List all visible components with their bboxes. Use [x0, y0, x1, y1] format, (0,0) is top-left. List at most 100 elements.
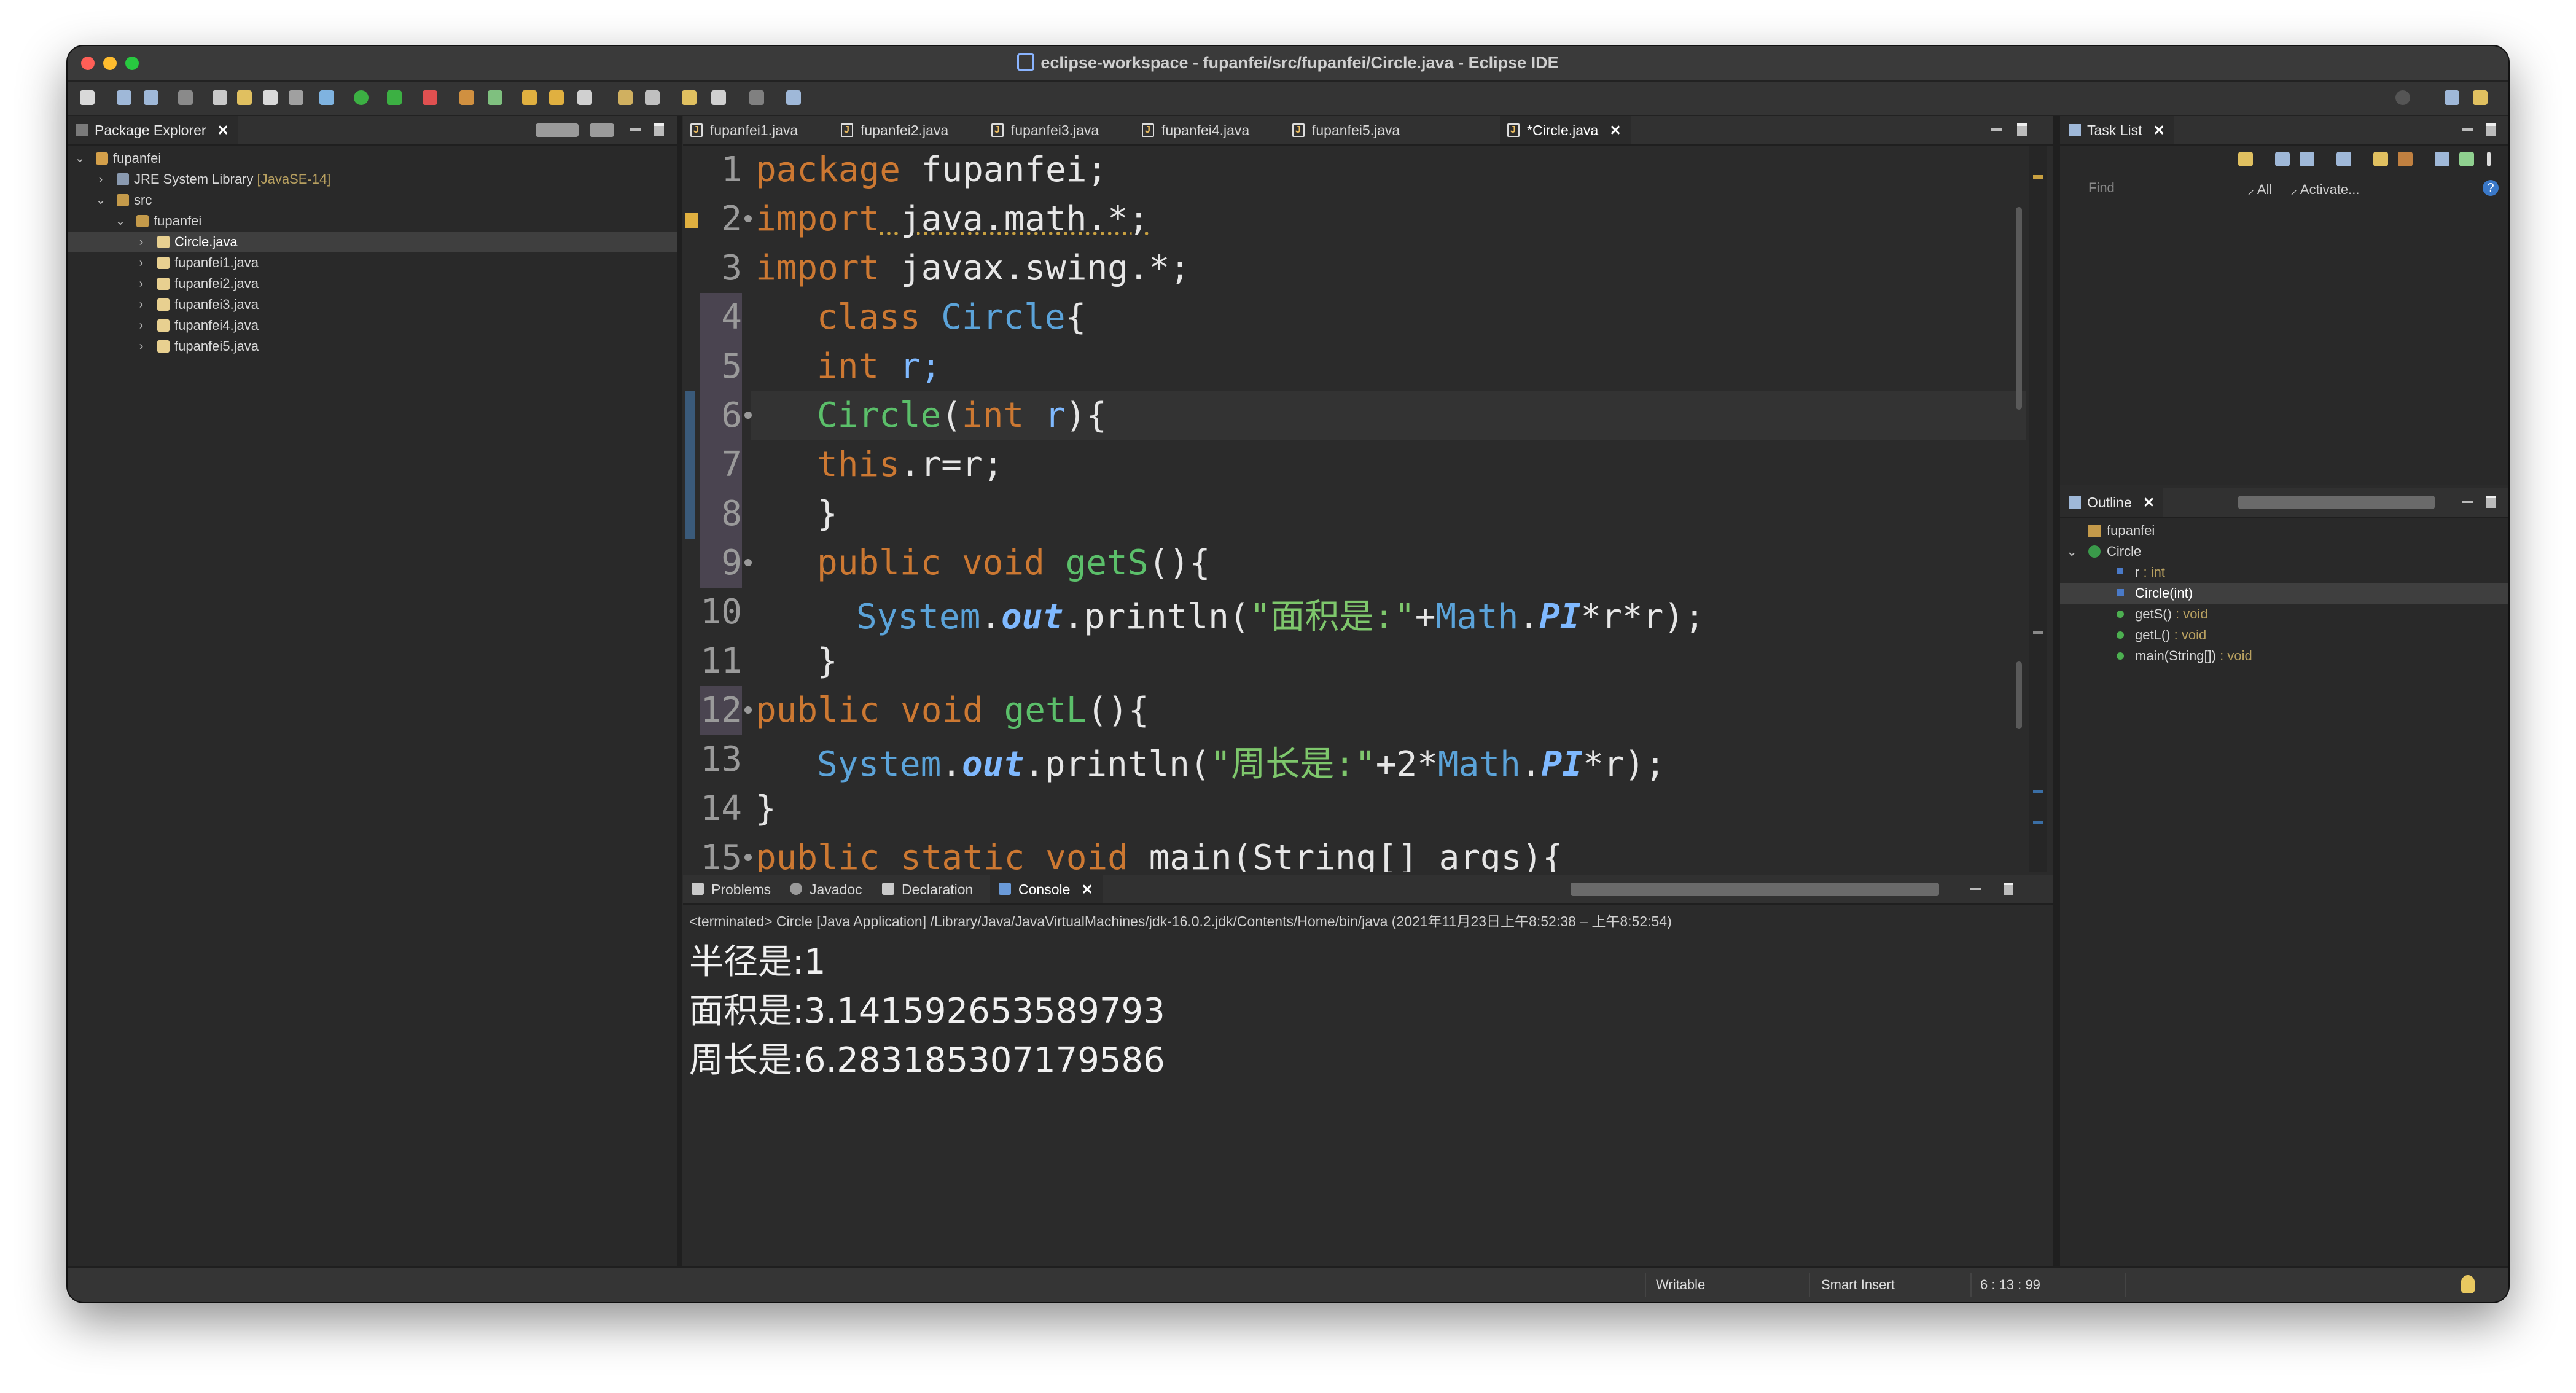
- toggle-block-selection-icon[interactable]: [263, 90, 278, 105]
- new-task-icon[interactable]: [2238, 152, 2253, 166]
- outline-toolbar[interactable]: [2238, 496, 2435, 509]
- synchronize-icon[interactable]: [2398, 152, 2413, 166]
- help-icon[interactable]: ?: [2483, 180, 2499, 196]
- view-menu-icon[interactable]: [590, 123, 614, 137]
- chevron-down-icon[interactable]: ⌄: [95, 190, 107, 211]
- chevron-right-icon[interactable]: ›: [135, 294, 147, 315]
- tree-item-file[interactable]: › Circle.java: [68, 232, 677, 252]
- collapse-all-icon[interactable]: [536, 123, 579, 137]
- toggle-mark-occurrences-icon[interactable]: [237, 90, 252, 105]
- chevron-right-icon[interactable]: ›: [135, 252, 147, 273]
- java-perspective-icon[interactable]: [2473, 90, 2488, 105]
- next-annotation-icon[interactable]: [618, 90, 633, 105]
- occurrence-marker[interactable]: [2033, 790, 2043, 793]
- tree-item-src[interactable]: ⌄ src: [68, 190, 677, 211]
- maximize-view-icon[interactable]: [2017, 123, 2027, 136]
- tab-console[interactable]: Console ✕: [990, 875, 1103, 903]
- sash[interactable]: [677, 116, 682, 1268]
- view-menu-icon[interactable]: [2487, 152, 2491, 166]
- collapse-all-icon[interactable]: [2373, 152, 2388, 166]
- maximize-view-icon[interactable]: [2004, 883, 2013, 895]
- coverage-icon[interactable]: [387, 90, 402, 105]
- warning-marker[interactable]: [2033, 175, 2043, 179]
- close-tab-icon[interactable]: ✕: [1609, 122, 1621, 138]
- fold-icon[interactable]: [744, 215, 752, 222]
- tab-package-explorer[interactable]: Package Explorer ✕: [68, 116, 238, 144]
- tree-item-package[interactable]: ⌄ fupanfei: [68, 211, 677, 232]
- chevron-down-icon[interactable]: ⌄: [74, 148, 86, 169]
- vertical-scrollbar[interactable]: [2016, 207, 2022, 410]
- minimize-view-icon[interactable]: [1970, 888, 1981, 890]
- chevron-right-icon[interactable]: ›: [135, 273, 147, 294]
- close-tab-icon[interactable]: ✕: [2153, 122, 2164, 138]
- edit-icon[interactable]: [577, 90, 592, 105]
- refresh-icon[interactable]: [488, 90, 502, 105]
- chevron-right-icon[interactable]: ›: [135, 336, 147, 357]
- fold-icon[interactable]: [744, 854, 752, 861]
- new-class-icon[interactable]: [459, 90, 474, 105]
- minimize-view-icon[interactable]: [630, 128, 641, 131]
- outline-item-constructor[interactable]: Circle(int): [2060, 583, 2508, 604]
- tab-fupanfei1[interactable]: fupanfei1.java: [683, 116, 798, 144]
- new-icon[interactable]: [80, 90, 95, 105]
- previous-annotation-icon[interactable]: [645, 90, 660, 105]
- close-tab-icon[interactable]: ✕: [1081, 881, 1093, 897]
- occurrence-marker[interactable]: [2033, 821, 2043, 824]
- tree-item-file[interactable]: › fupanfei5.java: [68, 336, 677, 357]
- chevron-right-icon[interactable]: ›: [135, 315, 147, 336]
- outline-item-method[interactable]: main(String[]) : void: [2060, 646, 2508, 666]
- last-edit-location-icon[interactable]: [682, 90, 697, 105]
- tab-fupanfei4[interactable]: fupanfei4.java: [1134, 116, 1249, 144]
- tab-fupanfei5[interactable]: fupanfei5.java: [1285, 116, 1400, 144]
- chevron-right-icon[interactable]: ›: [95, 169, 107, 190]
- minimize-view-icon[interactable]: [1991, 128, 2002, 131]
- close-tab-icon[interactable]: ✕: [217, 122, 229, 138]
- outline-item-field[interactable]: r : int: [2060, 562, 2508, 583]
- tab-problems[interactable]: Problems: [683, 875, 771, 903]
- hide-completed-icon[interactable]: [2336, 152, 2351, 166]
- maximize-view-icon[interactable]: [654, 123, 664, 136]
- lightbulb-icon[interactable]: [2461, 1275, 2475, 1294]
- scheduled-icon[interactable]: [2300, 152, 2314, 166]
- skip-breakpoints-icon[interactable]: [178, 90, 193, 105]
- back-icon[interactable]: [711, 90, 726, 105]
- minimize-view-icon[interactable]: [2462, 128, 2473, 131]
- outline-item-class[interactable]: ⌄ Circle: [2060, 541, 2508, 562]
- open-perspective-icon[interactable]: [2445, 90, 2459, 105]
- occurrence-marker[interactable]: [2033, 631, 2043, 634]
- tab-task-list[interactable]: Task List ✕: [2060, 116, 2174, 144]
- external-tools-icon[interactable]: [423, 90, 437, 105]
- console-toolbar[interactable]: [1571, 883, 1939, 896]
- forward-icon[interactable]: [749, 90, 764, 105]
- tab-javadoc[interactable]: Javadoc: [781, 875, 862, 903]
- search-icon[interactable]: [2395, 90, 2410, 105]
- pin-editor-icon[interactable]: [786, 90, 801, 105]
- sash[interactable]: [2053, 116, 2060, 1268]
- tree-item-file[interactable]: › fupanfei4.java: [68, 315, 677, 336]
- chevron-down-icon[interactable]: ⌄: [2066, 541, 2077, 562]
- tree-item-file[interactable]: › fupanfei2.java: [68, 273, 677, 294]
- tree-item-jre[interactable]: › JRE System Library [JavaSE-14]: [68, 169, 677, 190]
- tab-circle[interactable]: *Circle.java ✕: [1500, 116, 1631, 144]
- overview-ruler[interactable]: [2029, 146, 2047, 872]
- outline-item-method[interactable]: getL() : void: [2060, 625, 2508, 646]
- all-filter-link[interactable]: ⸝ All: [2247, 180, 2272, 198]
- outline-item-package[interactable]: fupanfei: [2060, 520, 2508, 541]
- close-tab-icon[interactable]: ✕: [2143, 494, 2155, 510]
- fold-icon[interactable]: [744, 412, 752, 419]
- chevron-down-icon[interactable]: ⌄: [114, 211, 127, 232]
- tab-outline[interactable]: Outline ✕: [2060, 488, 2164, 517]
- tab-declaration[interactable]: Declaration: [873, 875, 973, 903]
- activate-link[interactable]: ⸝ Activate...: [2290, 180, 2360, 198]
- show-whitespace-icon[interactable]: [289, 90, 303, 105]
- tree-item-file[interactable]: › fupanfei1.java: [68, 252, 677, 273]
- chevron-right-icon[interactable]: ›: [135, 232, 147, 252]
- fold-icon[interactable]: [744, 706, 752, 714]
- maximize-view-icon[interactable]: [2486, 123, 2496, 136]
- vertical-scrollbar-thumb[interactable]: [2016, 661, 2022, 729]
- fold-icon[interactable]: [744, 559, 752, 566]
- code-editor[interactable]: 1 2 3 4 5 6 7 8 9 10 11 12 13 14 15 pack…: [683, 146, 2053, 872]
- categorize-icon[interactable]: [2275, 152, 2290, 166]
- save-all-icon[interactable]: [144, 90, 158, 105]
- tab-fupanfei3[interactable]: fupanfei3.java: [984, 116, 1099, 144]
